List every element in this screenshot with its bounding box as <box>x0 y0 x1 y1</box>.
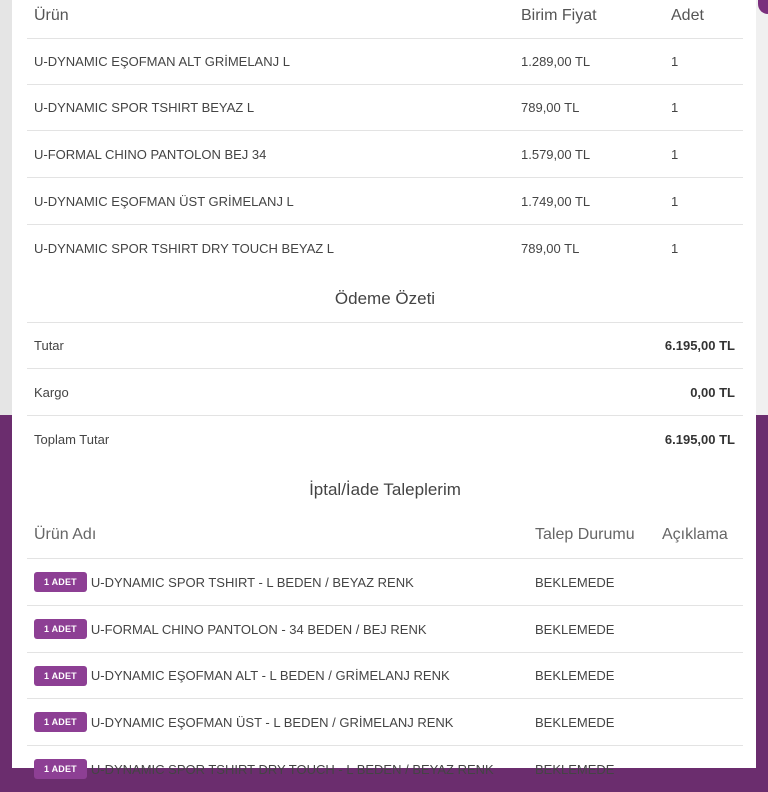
order-item-qty: 1 <box>671 147 679 162</box>
header-unit-price: Birim Fiyat <box>521 6 597 24</box>
return-row: 1 ADET U-DYNAMIC EŞOFMAN ALT - L BEDEN /… <box>27 653 743 699</box>
order-item-name: U-DYNAMIC SPOR TSHIRT DRY TOUCH BEYAZ L <box>34 240 335 256</box>
order-item-price: 1.289,00 TL <box>521 54 591 69</box>
header-quantity: Adet <box>671 6 704 24</box>
return-item-name-cell: 1 ADET U-DYNAMIC SPOR TSHIRT DRY TOUCH -… <box>34 759 494 779</box>
return-item-name-cell: 1 ADET U-DYNAMIC EŞOFMAN ALT - L BEDEN /… <box>34 665 450 686</box>
order-item-qty: 1 <box>671 100 679 115</box>
return-item-name-cell: 1 ADET U-DYNAMIC EŞOFMAN ÜST - L BEDEN /… <box>34 712 453 732</box>
return-item-name-cell: 1 ADET U-FORMAL CHINO PANTOLON - 34 BEDE… <box>34 619 427 639</box>
backdrop-purple-right <box>754 415 768 768</box>
summary-row: Toplam Tutar 6.195,00 TL <box>27 416 743 462</box>
backdrop-right <box>754 0 768 768</box>
order-item-price: 789,00 TL <box>521 240 580 256</box>
summary-value: 0,00 TL <box>690 384 735 400</box>
quantity-badge: 1 ADET <box>34 572 87 592</box>
return-item-name-cell: 1 ADET U-DYNAMIC SPOR TSHIRT - L BEDEN /… <box>34 572 414 592</box>
order-item-row: U-DYNAMIC SPOR TSHIRT BEYAZ L 789,00 TL … <box>27 85 743 131</box>
return-status: BEKLEMEDE <box>535 668 615 683</box>
quantity-badge: 1 ADET <box>34 665 87 686</box>
order-item-qty: 1 <box>671 240 679 256</box>
order-item-qty: 1 <box>671 194 679 209</box>
quantity-badge: 1 ADET <box>34 712 87 732</box>
returns-title: İptal/İade Taleplerim <box>309 480 461 499</box>
header-request-status: Talep Durumu <box>535 526 635 543</box>
summary-label: Toplam Tutar <box>34 431 110 447</box>
header-product-name: Ürün Adı <box>34 526 97 543</box>
payment-summary-title: Ödeme Özeti <box>334 289 436 308</box>
order-item-name: U-DYNAMIC EŞOFMAN ALT GRİMELANJ L <box>34 54 290 69</box>
return-row: 1 ADET U-DYNAMIC SPOR TSHIRT DRY TOUCH -… <box>27 746 743 792</box>
summary-value: 6.195,00 TL <box>664 338 735 353</box>
summary-value: 6.195,00 TL <box>664 431 735 447</box>
summary-row: Tutar 6.195,00 TL <box>27 322 743 369</box>
order-detail-modal: Ürün Birim Fiyat Adet U-DYNAMIC EŞOFMAN … <box>12 0 756 779</box>
return-row: 1 ADET U-DYNAMIC SPOR TSHIRT - L BEDEN /… <box>27 559 743 606</box>
summary-label: Kargo <box>34 384 69 400</box>
quantity-badge: 1 ADET <box>34 759 87 779</box>
return-status: BEKLEMEDE <box>535 714 615 730</box>
order-item-name: U-FORMAL CHINO PANTOLON BEJ 34 <box>34 147 267 162</box>
return-row: 1 ADET U-FORMAL CHINO PANTOLON - 34 BEDE… <box>27 606 743 653</box>
returns-header: Ürün Adı Talep Durumu Açıklama <box>27 512 743 559</box>
order-item-row: U-DYNAMIC EŞOFMAN ÜST GRİMELANJ L 1.749,… <box>27 179 743 225</box>
order-item-qty: 1 <box>671 54 679 69</box>
order-items-header: Ürün Birim Fiyat Adet <box>27 0 743 39</box>
order-item-price: 789,00 TL <box>521 100 580 115</box>
backdrop-accent <box>758 0 768 14</box>
quantity-badge: 1 ADET <box>34 619 87 639</box>
return-item-name: U-DYNAMIC EŞOFMAN ÜST - L BEDEN / GRİMEL… <box>90 714 454 730</box>
return-row: 1 ADET U-DYNAMIC EŞOFMAN ÜST - L BEDEN /… <box>27 699 743 746</box>
order-item-price: 1.749,00 TL <box>521 194 591 209</box>
order-item-row: U-FORMAL CHINO PANTOLON BEJ 34 1.579,00 … <box>27 132 743 178</box>
return-status: BEKLEMEDE <box>535 621 615 637</box>
header-product: Ürün <box>34 6 69 24</box>
summary-label: Tutar <box>34 338 64 353</box>
order-item-row: U-DYNAMIC SPOR TSHIRT DRY TOUCH BEYAZ L … <box>27 225 743 271</box>
return-item-name: U-DYNAMIC SPOR TSHIRT DRY TOUCH - L BEDE… <box>90 761 494 777</box>
order-item-name: U-DYNAMIC SPOR TSHIRT BEYAZ L <box>34 100 255 115</box>
return-status: BEKLEMEDE <box>535 761 615 777</box>
header-description: Açıklama <box>662 526 728 543</box>
return-item-name: U-FORMAL CHINO PANTOLON - 34 BEDEN / BEJ… <box>90 621 427 637</box>
order-item-row: U-DYNAMIC EŞOFMAN ALT GRİMELANJ L 1.289,… <box>27 39 743 85</box>
order-item-name: U-DYNAMIC EŞOFMAN ÜST GRİMELANJ L <box>34 194 294 209</box>
order-item-price: 1.579,00 TL <box>521 147 591 162</box>
return-item-name: U-DYNAMIC SPOR TSHIRT - L BEDEN / BEYAZ … <box>90 574 414 590</box>
return-status: BEKLEMEDE <box>535 574 615 590</box>
return-item-name: U-DYNAMIC EŞOFMAN ALT - L BEDEN / GRİMEL… <box>90 668 450 683</box>
summary-row: Kargo 0,00 TL <box>27 369 743 416</box>
